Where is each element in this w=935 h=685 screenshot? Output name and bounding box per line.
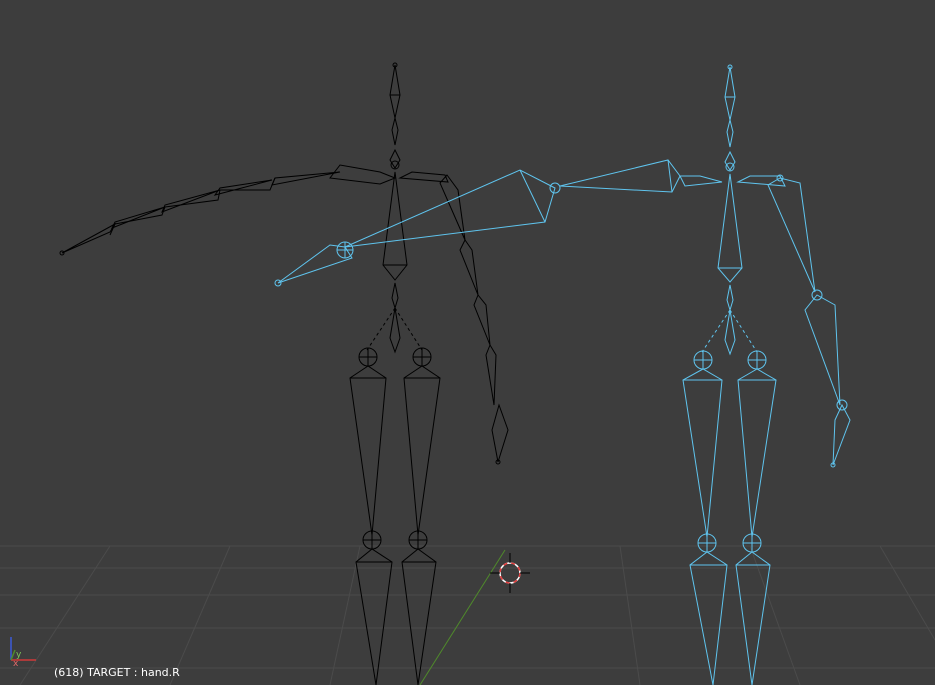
armature-unselected[interactable]	[59, 62, 509, 685]
y-axis-line	[419, 549, 506, 685]
floor-grid	[0, 545, 935, 685]
3d-viewport[interactable]: y x	[0, 0, 935, 685]
3d-cursor-icon[interactable]	[490, 553, 530, 593]
viewport-status-text: (618) TARGET : hand.R	[54, 666, 180, 679]
x-axis-label: x	[13, 659, 19, 669]
axis-gizmo: y x	[10, 637, 36, 669]
